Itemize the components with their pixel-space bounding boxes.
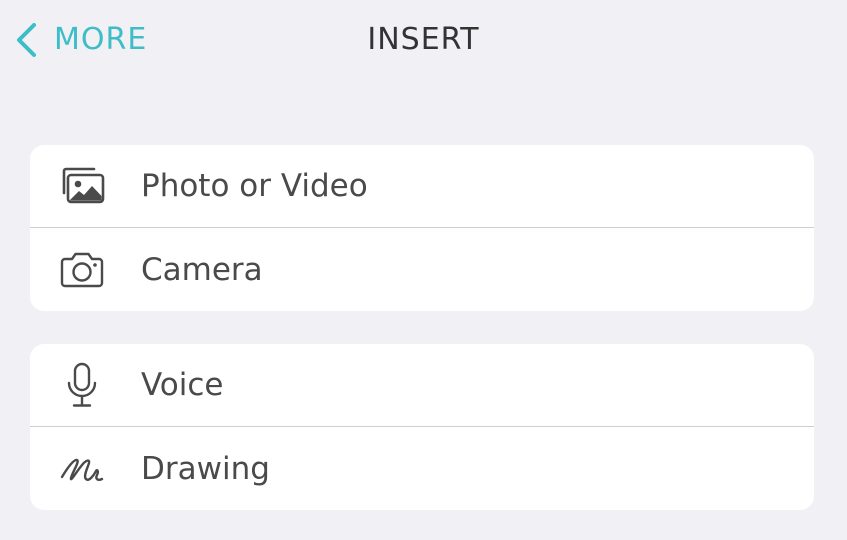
photo-or-video-item[interactable]: Photo or Video (30, 145, 814, 227)
voice-item[interactable]: Voice (30, 344, 814, 426)
photo-library-icon (58, 162, 106, 210)
drawing-label: Drawing (141, 450, 270, 487)
scribble-icon (58, 445, 106, 493)
camera-item[interactable]: Camera (30, 227, 814, 311)
insert-media-group: Photo or Video Camera (30, 145, 814, 311)
camera-label: Camera (141, 251, 263, 288)
photo-or-video-label: Photo or Video (141, 168, 368, 204)
microphone-icon (58, 361, 106, 409)
voice-label: Voice (141, 367, 224, 403)
insert-recording-group: Voice Drawing (30, 344, 814, 510)
drawing-item[interactable]: Drawing (30, 426, 814, 510)
navigation-bar: MORE INSERT (0, 0, 847, 80)
camera-icon (58, 246, 106, 294)
page-title: INSERT (367, 22, 480, 57)
